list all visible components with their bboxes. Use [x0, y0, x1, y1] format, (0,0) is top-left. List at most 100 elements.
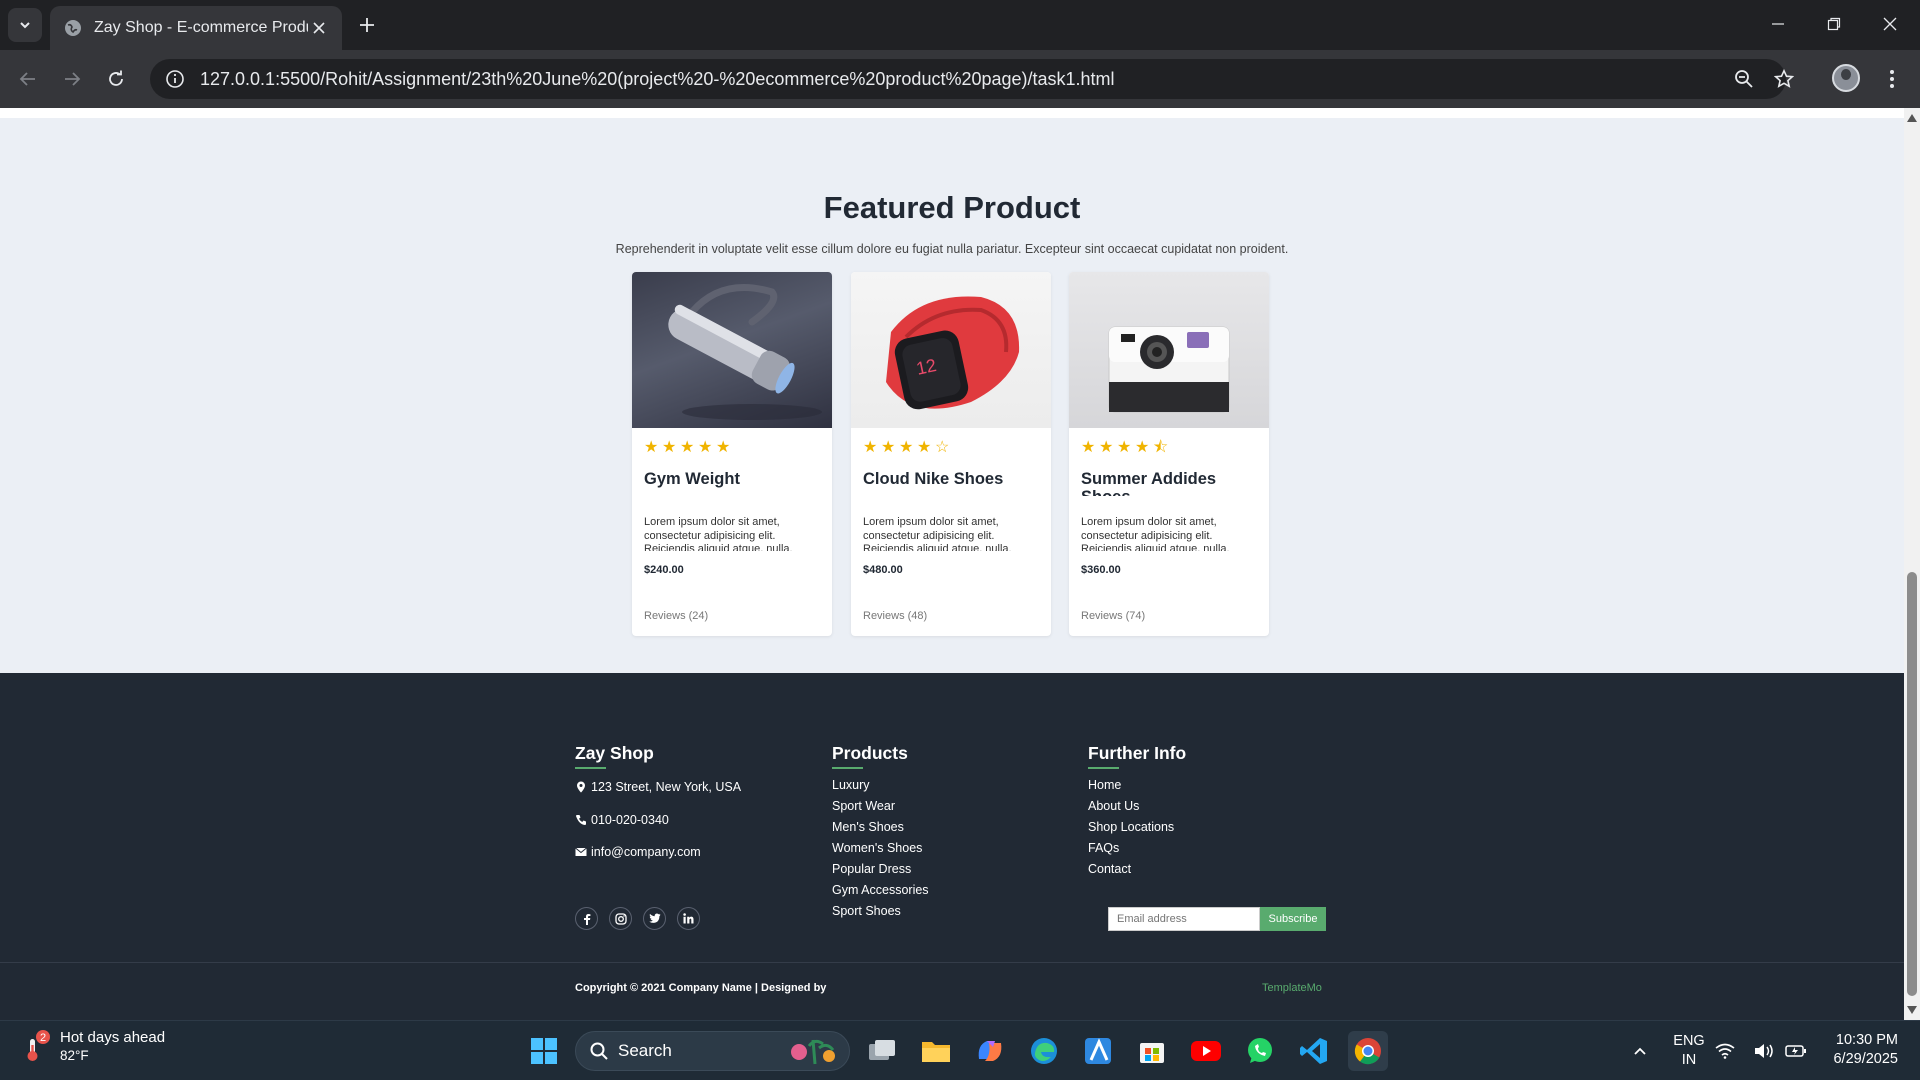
social-links — [575, 907, 700, 930]
app-button[interactable] — [1078, 1031, 1118, 1071]
close-window-button[interactable] — [1862, 0, 1918, 48]
footer-brand-title: Zay Shop — [575, 743, 654, 763]
task-view-button[interactable] — [862, 1031, 902, 1071]
forward-button[interactable] — [56, 63, 88, 95]
featured-subtitle: Reprehenderit in voluptate velit esse ci… — [615, 242, 1289, 256]
close-icon — [1883, 17, 1897, 31]
address-bar[interactable]: 127.0.0.1:5500/Rohit/Assignment/23th%20J… — [150, 59, 1786, 99]
subscribe-button[interactable]: Subscribe — [1260, 907, 1326, 931]
star-filled-icon: ★ — [716, 439, 731, 456]
footer-link-about-us[interactable]: About Us — [1088, 799, 1139, 813]
linkedin-icon — [683, 913, 694, 924]
chevron-down-icon — [20, 22, 30, 29]
twitter-icon — [648, 913, 660, 923]
footer-link-mens-shoes[interactable]: Men's Shoes — [832, 820, 904, 834]
copilot-button[interactable] — [970, 1031, 1010, 1071]
clock-date: 6/29/2025 — [1833, 1051, 1898, 1067]
close-tab-icon[interactable] — [308, 17, 330, 39]
product-image[interactable]: 12 — [851, 272, 1051, 428]
star-filled-icon: ★ — [662, 439, 677, 456]
product-price: $480.00 — [863, 564, 903, 576]
footer-link-womens-shoes[interactable]: Women's Shoes — [832, 841, 922, 855]
vscode-button[interactable] — [1294, 1031, 1334, 1071]
restore-button[interactable] — [1806, 0, 1862, 48]
footer-link-home[interactable]: Home — [1088, 778, 1121, 792]
product-price: $360.00 — [1081, 564, 1121, 576]
product-name[interactable]: Summer Addides Shoes — [1081, 470, 1257, 496]
facebook-icon — [583, 913, 590, 925]
new-tab-button[interactable] — [352, 10, 382, 40]
footer: Zay Shop 123 Street, New York, USA 010-0… — [0, 673, 1904, 1020]
chrome-icon — [1354, 1038, 1381, 1065]
chrome-button[interactable] — [1348, 1031, 1388, 1071]
linkedin-link[interactable] — [677, 907, 700, 930]
weather-widget[interactable]: 2 Hot days ahead 82°F — [24, 1029, 165, 1063]
thermometer-icon: 2 — [24, 1029, 52, 1063]
star-filled-icon: ★ — [1081, 439, 1096, 456]
product-card[interactable]: ★ ★ ★ ★ ⯪ Summer Addides Shoes Lorem ips… — [1069, 272, 1269, 636]
star-filled-icon: ★ — [644, 439, 659, 456]
footer-link-contact[interactable]: Contact — [1088, 862, 1131, 876]
reload-button[interactable] — [100, 63, 132, 95]
star-filled-icon: ★ — [1135, 439, 1150, 456]
smartwatch-image: 12 — [886, 296, 1020, 410]
battery-button[interactable] — [1782, 1031, 1810, 1071]
edge-button[interactable] — [1024, 1031, 1064, 1071]
zoom-button[interactable] — [1726, 59, 1762, 99]
taskbar-search[interactable]: Search — [575, 1031, 850, 1071]
volume-button[interactable] — [1750, 1031, 1778, 1071]
scroll-up-arrow-icon[interactable] — [1907, 114, 1917, 122]
store-icon — [1140, 1043, 1164, 1063]
chevron-up-icon — [1634, 1047, 1646, 1055]
footer-link-shop-locations[interactable]: Shop Locations — [1088, 820, 1174, 834]
featured-section: Featured Product Reprehenderit in volupt… — [0, 118, 1904, 673]
page-viewport: Featured Product Reprehenderit in volupt… — [0, 108, 1904, 1020]
tab-search-button[interactable] — [8, 8, 42, 42]
scrollbar-thumb[interactable] — [1907, 572, 1917, 996]
microsoft-store-button[interactable] — [1132, 1031, 1172, 1071]
footer-email[interactable]: info@company.com — [575, 845, 701, 859]
product-image[interactable] — [1069, 272, 1269, 428]
star-filled-icon: ★ — [881, 439, 896, 456]
bookmark-button[interactable] — [1766, 59, 1802, 99]
back-button[interactable] — [12, 63, 44, 95]
product-card[interactable]: 12 ★ ★ ★ ★ ☆ Cloud Nike Shoes Lorem ipsu… — [851, 272, 1051, 636]
whatsapp-button[interactable] — [1240, 1031, 1280, 1071]
minimize-button[interactable] — [1750, 0, 1806, 48]
youtube-button[interactable] — [1186, 1031, 1226, 1071]
star-filled-icon: ★ — [917, 439, 932, 456]
footer-link-sport-shoes[interactable]: Sport Shoes — [832, 904, 901, 918]
footer-link-popular-dress[interactable]: Popular Dress — [832, 862, 911, 876]
instagram-link[interactable] — [609, 907, 632, 930]
product-name[interactable]: Cloud Nike Shoes — [863, 470, 1039, 496]
scroll-down-arrow-icon[interactable] — [1907, 1006, 1917, 1014]
browser-tab[interactable]: Zay Shop - E-commerce Product Page — [50, 6, 342, 50]
clock-time: 10:30 PM — [1835, 1032, 1898, 1048]
email-address-input[interactable] — [1108, 907, 1260, 931]
search-label: Search — [618, 1041, 672, 1060]
wifi-button[interactable] — [1712, 1031, 1738, 1071]
footer-link-sport-wear[interactable]: Sport Wear — [832, 799, 895, 813]
product-card[interactable]: ★ ★ ★ ★ ★ Gym Weight Lorem ipsum dolor s… — [632, 272, 832, 636]
facebook-link[interactable] — [575, 907, 598, 930]
profile-avatar[interactable] — [1832, 64, 1860, 92]
show-hidden-icons-button[interactable] — [1620, 1031, 1660, 1071]
map-marker-icon — [577, 781, 585, 793]
file-explorer-button[interactable] — [916, 1031, 956, 1071]
footer-link-gym-accessories[interactable]: Gym Accessories — [832, 883, 929, 897]
start-button[interactable] — [524, 1031, 564, 1071]
product-image[interactable] — [632, 272, 832, 428]
footer-link-faqs[interactable]: FAQs — [1088, 841, 1119, 855]
footer-phone[interactable]: 010-020-0340 — [575, 813, 669, 827]
footer-link-luxury[interactable]: Luxury — [832, 778, 870, 792]
language-indicator[interactable]: ENG IN — [1670, 1032, 1708, 1070]
page-scrollbar[interactable] — [1904, 108, 1920, 1020]
designer-link[interactable]: TemplateMo — [1262, 982, 1322, 994]
taskbar-clock[interactable]: 10:30 PM 6/29/2025 — [1822, 1031, 1898, 1069]
copyright-text: Copyright © 2021 Company Name | Designed… — [575, 982, 827, 994]
site-info-icon[interactable] — [164, 68, 186, 90]
product-name[interactable]: Gym Weight — [644, 470, 820, 496]
browser-menu-button[interactable] — [1880, 64, 1904, 94]
rating-stars: ★ ★ ★ ★ ☆ — [863, 440, 951, 456]
twitter-link[interactable] — [643, 907, 666, 930]
